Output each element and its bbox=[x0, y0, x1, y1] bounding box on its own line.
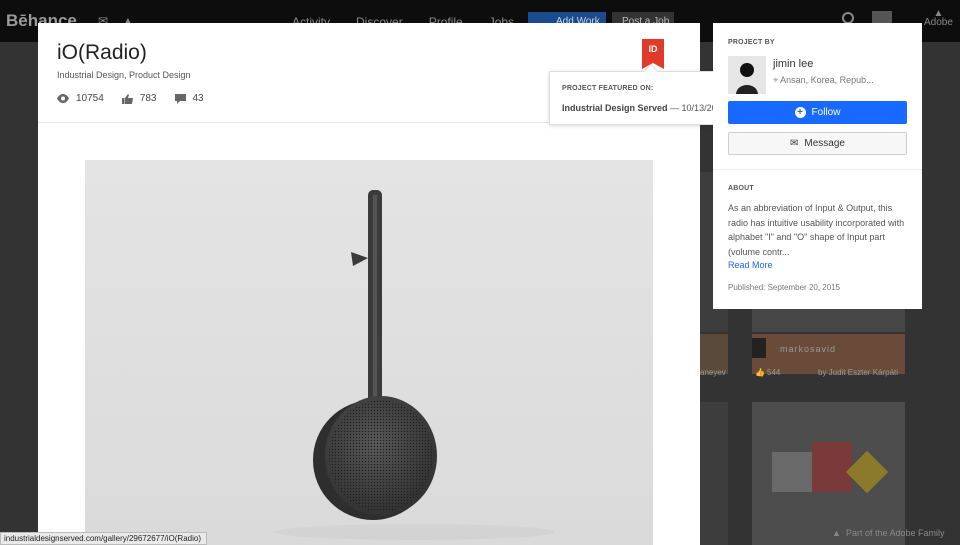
appreciate-icon: 👍 bbox=[755, 368, 765, 377]
featured-ribbon-badge[interactable]: ID bbox=[642, 39, 664, 69]
status-bar-url: industrialdesignserved.com/gallery/29672… bbox=[0, 532, 207, 545]
gallery-card-shape bbox=[812, 442, 852, 492]
gallery-card-bg bbox=[752, 402, 905, 545]
follow-button[interactable]: + Follow bbox=[728, 101, 907, 124]
sidebar-divider bbox=[713, 169, 922, 170]
about-label: ABOUT bbox=[728, 185, 754, 192]
featured-site-link[interactable]: Industrial Design Served bbox=[562, 103, 668, 113]
views-stat: 10754 bbox=[57, 93, 104, 104]
message-label: Message bbox=[804, 138, 845, 149]
envelope-icon: ✉ bbox=[790, 138, 799, 149]
owner-name[interactable]: jimin lee bbox=[773, 58, 813, 70]
gallery-card-username[interactable]: markosavid bbox=[780, 344, 836, 354]
gallery-card-owner-partial[interactable]: aneyev bbox=[700, 368, 726, 377]
project-categories[interactable]: Industrial Design, Product Design bbox=[57, 70, 191, 80]
follow-label: Follow bbox=[811, 107, 841, 118]
comments-count: 43 bbox=[192, 93, 204, 104]
adobe-family-footer[interactable]: Part of the Adobe Family bbox=[846, 528, 945, 538]
project-sidebar: PROJECT BY jimin lee ⌖ Ansan, Korea, Rep… bbox=[713, 23, 922, 309]
thumbs-up-icon bbox=[121, 93, 133, 104]
adobe-logo[interactable]: ▲ Adobe bbox=[924, 9, 953, 28]
gallery-card-shape bbox=[845, 450, 889, 494]
location-pin-icon: ⌖ bbox=[773, 75, 779, 85]
radio-product-illustration bbox=[275, 190, 555, 540]
gallery-card-shape bbox=[772, 452, 812, 492]
featured-label: PROJECT FEATURED ON: bbox=[562, 85, 654, 92]
owner-location-text: Ansan, Korea, Repub... bbox=[780, 75, 874, 85]
user-thumb-avatar bbox=[752, 338, 766, 358]
owner-avatar[interactable] bbox=[728, 56, 766, 94]
comments-stat: 43 bbox=[174, 93, 204, 104]
gallery-card-count: 544 bbox=[767, 368, 781, 377]
project-image[interactable] bbox=[85, 160, 653, 545]
adobe-family-icon: ▲ bbox=[832, 528, 841, 538]
project-by-label: PROJECT BY bbox=[728, 39, 775, 46]
plus-circle-icon: + bbox=[794, 107, 806, 118]
eye-icon bbox=[57, 94, 69, 103]
appreciations-stat: 783 bbox=[121, 93, 157, 104]
featured-entry: Industrial Design Served — 10/13/2015 bbox=[562, 103, 727, 113]
about-text: As an abbreviation of Input & Output, th… bbox=[728, 203, 905, 257]
gallery-card-bg bbox=[700, 402, 728, 545]
project-stats: 10754 783 43 bbox=[57, 93, 222, 104]
owner-avatar-image bbox=[728, 56, 766, 94]
project-title: iO(Radio) bbox=[57, 41, 147, 64]
published-date: Published: September 20, 2015 bbox=[728, 283, 841, 292]
owner-location: ⌖ Ansan, Korea, Repub... bbox=[773, 75, 874, 86]
read-more-link[interactable]: Read More bbox=[728, 260, 773, 270]
appreciations-count: 783 bbox=[139, 93, 157, 104]
message-button[interactable]: ✉ Message bbox=[728, 132, 907, 155]
views-count: 10754 bbox=[76, 93, 104, 104]
comment-icon bbox=[174, 93, 186, 104]
adobe-label: Adobe bbox=[924, 17, 953, 28]
gallery-card-by[interactable]: by Judit Eszter Kárpáti bbox=[818, 368, 898, 377]
